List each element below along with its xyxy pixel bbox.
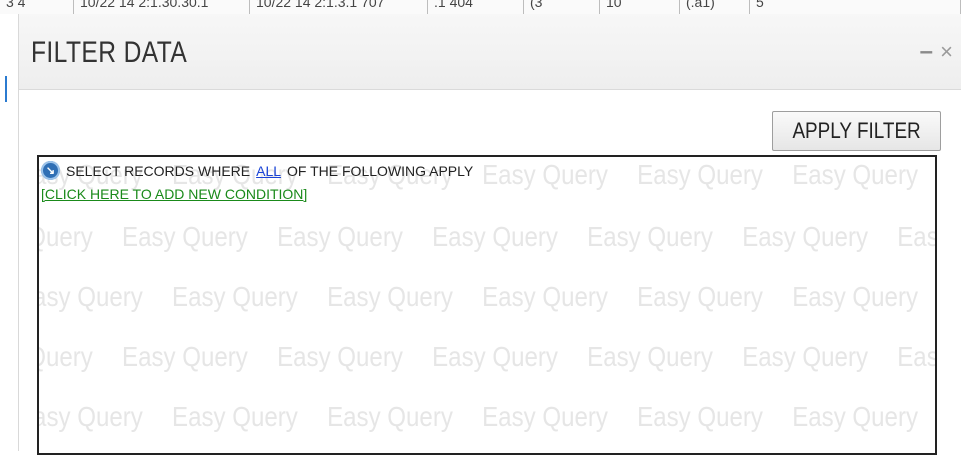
- all-operator-link[interactable]: ALL: [256, 163, 281, 179]
- dialog-titlebar[interactable]: FILTER DATA – ×: [19, 14, 961, 90]
- add-condition-link[interactable]: [CLICK HERE TO ADD NEW CONDITION]: [41, 186, 307, 202]
- table-cell: .1 404: [428, 0, 524, 14]
- background-table-edge: [0, 14, 18, 451]
- query-panel: Easy QueryEasy QueryEasy QueryEasy Query…: [37, 155, 937, 455]
- table-cell: 10/22 14 2:1.3.1 707: [250, 0, 428, 14]
- minimize-icon[interactable]: –: [920, 40, 933, 64]
- close-icon[interactable]: ×: [940, 41, 953, 63]
- condition-prefix: SELECT RECORDS WHERE: [66, 162, 251, 179]
- apply-filter-label: APPLY FILTER: [792, 118, 921, 143]
- query-menu-icon[interactable]: ↘: [41, 161, 60, 180]
- table-cell: 10/22 14 2:1.30.30.1: [74, 0, 250, 14]
- row-highlight: [5, 76, 7, 102]
- apply-filter-button[interactable]: APPLY FILTER: [771, 111, 941, 151]
- table-cell: 10: [600, 0, 680, 14]
- condition-header: ↘ SELECT RECORDS WHERE ALL OF THE FOLLOW…: [41, 161, 473, 180]
- condition-suffix: OF THE FOLLOWING APPLY: [287, 162, 474, 179]
- table-cell: (3: [524, 0, 600, 14]
- table-cell: 3 4: [0, 0, 74, 14]
- filter-data-dialog: FILTER DATA – × APPLY FILTER Easy QueryE…: [18, 14, 961, 455]
- table-cell: (.a1): [680, 0, 750, 14]
- background-table-row: 3 4 10/22 14 2:1.30.30.1 10/22 14 2:1.3.…: [0, 0, 961, 14]
- table-cell: 5: [750, 0, 961, 14]
- dialog-title: FILTER DATA: [31, 36, 188, 69]
